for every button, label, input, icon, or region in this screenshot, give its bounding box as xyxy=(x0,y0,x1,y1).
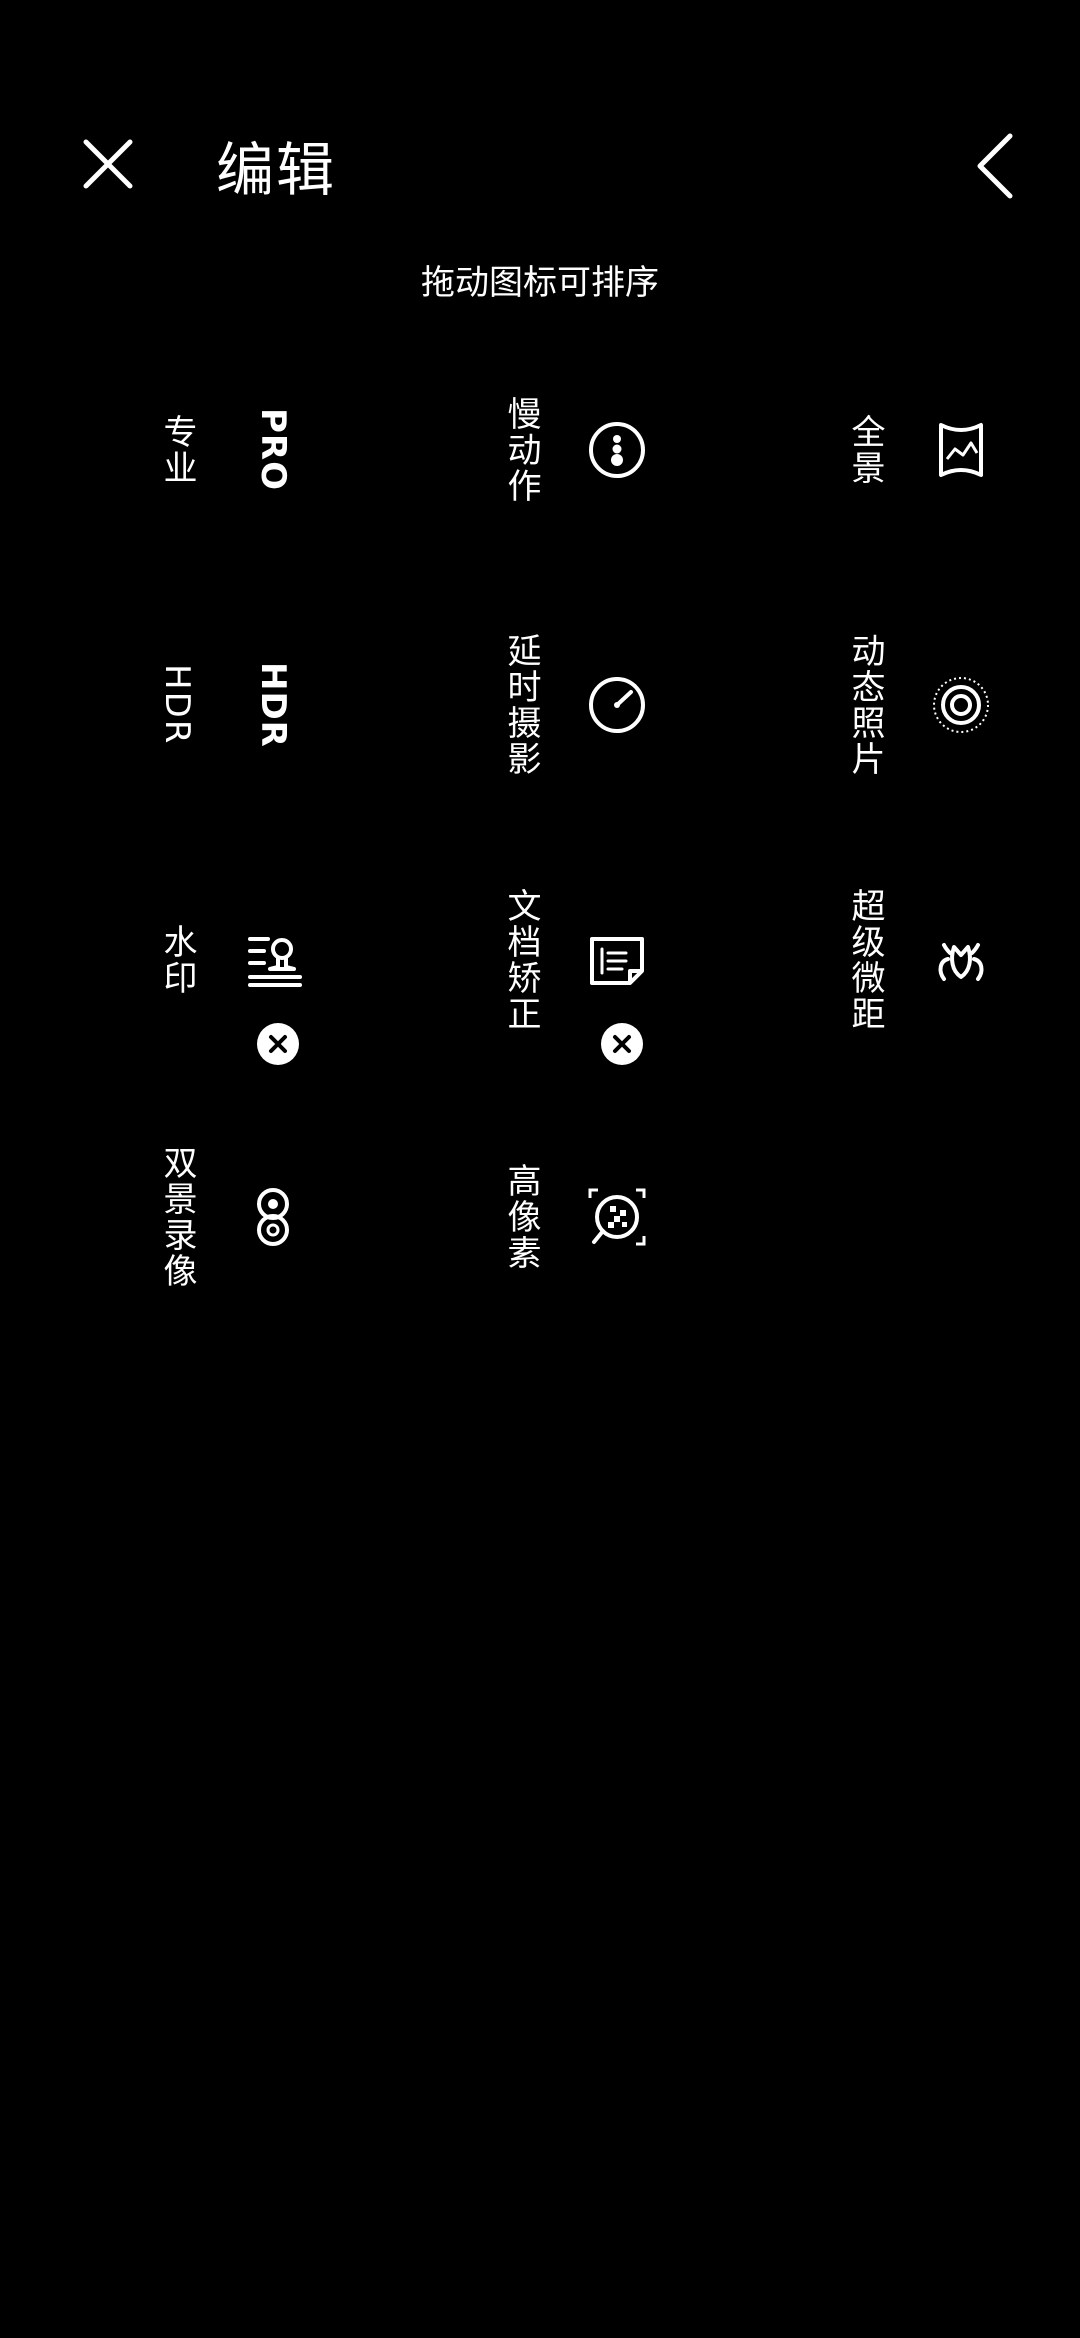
mode-label: 文档矫正 xyxy=(501,888,541,1032)
mode-tile-live-photo[interactable]: 动态照片 xyxy=(830,585,1030,825)
mode-tile-watermark[interactable]: 水印 xyxy=(142,840,342,1080)
close-icon xyxy=(613,1035,631,1053)
mode-tile-time-lapse[interactable]: 延时摄影 xyxy=(486,585,686,825)
remove-document-correction-button[interactable] xyxy=(601,1023,643,1065)
mode-tile-high-pixel[interactable]: 高像素 xyxy=(486,1097,686,1337)
super-macro-icon xyxy=(916,840,1006,1080)
time-lapse-icon xyxy=(572,585,662,825)
slow-motion-icon xyxy=(572,330,662,570)
live-photo-icon xyxy=(916,585,1006,825)
mode-label: 超级微距 xyxy=(845,888,885,1032)
mode-label: 双景录像 xyxy=(157,1145,197,1289)
high-pixel-icon xyxy=(572,1097,662,1337)
hdr-text-icon: HDR xyxy=(253,662,293,748)
close-icon xyxy=(269,1035,287,1053)
mode-tile-hdr[interactable]: HDR HDR xyxy=(142,585,342,825)
mode-tile-document-correction[interactable]: 文档矫正 xyxy=(486,840,686,1080)
mode-label: 水印 xyxy=(157,924,197,996)
mode-label: HDR xyxy=(157,664,197,746)
panorama-icon xyxy=(916,330,1006,570)
mode-tile-slow-motion[interactable]: 慢动作 xyxy=(486,330,686,570)
remove-watermark-button[interactable] xyxy=(257,1023,299,1065)
mode-tile-pro[interactable]: 专业 PRO xyxy=(142,330,342,570)
mode-label: 慢动作 xyxy=(501,396,541,504)
mode-label: 全景 xyxy=(845,414,885,486)
mode-label: 高像素 xyxy=(501,1163,541,1271)
dual-view-video-icon xyxy=(228,1097,318,1337)
mode-tile-super-macro[interactable]: 超级微距 xyxy=(830,840,1030,1080)
mode-grid: 专业 PRO 慢动作 全景 HDR HDR 延时摄影 动态照片 水印 文档矫正 … xyxy=(0,0,1080,2338)
mode-tile-dual-view-video[interactable]: 双景录像 xyxy=(142,1097,342,1337)
mode-label: 延时摄影 xyxy=(501,633,541,777)
pro-text-icon: PRO xyxy=(253,408,293,492)
mode-tile-panorama[interactable]: 全景 xyxy=(830,330,1030,570)
mode-label: 动态照片 xyxy=(845,633,885,777)
mode-label: 专业 xyxy=(157,414,197,486)
